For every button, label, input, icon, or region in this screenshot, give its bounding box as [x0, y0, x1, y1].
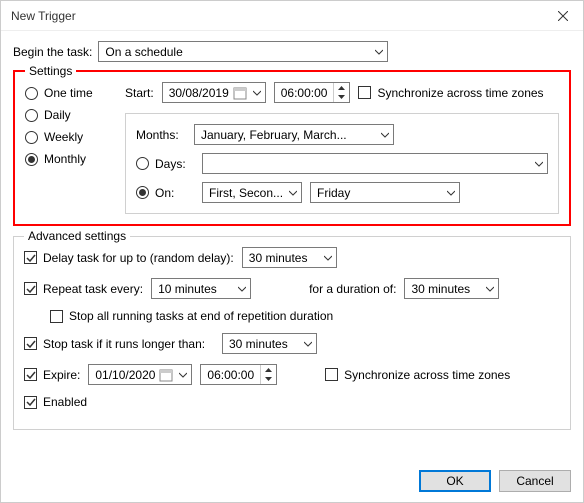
chevron-down-icon	[300, 334, 316, 353]
spin-down-icon[interactable]	[261, 375, 276, 385]
spin-up-icon[interactable]	[334, 83, 349, 93]
radio-icon	[25, 109, 38, 122]
duration-combo[interactable]: 30 minutes	[404, 278, 499, 299]
stop-longer-combo[interactable]: 30 minutes	[222, 333, 317, 354]
expire-sync-checkbox[interactable]: Synchronize across time zones	[325, 368, 510, 382]
checkbox-icon	[24, 368, 37, 381]
radio-on[interactable]: On:	[136, 186, 194, 200]
radio-weekly[interactable]: Weekly	[25, 130, 115, 144]
calendar-icon	[159, 368, 173, 382]
chevron-down-icon	[482, 279, 498, 298]
radio-icon	[136, 186, 149, 199]
settings-group: Settings One time Daily Weekly Monthly S…	[13, 70, 571, 226]
repeat-checkbox[interactable]: Repeat task every:	[24, 282, 143, 296]
stop-all-checkbox[interactable]: Stop all running tasks at end of repetit…	[50, 309, 333, 323]
titlebar: New Trigger	[1, 1, 583, 31]
on-day-value: Friday	[311, 186, 443, 200]
radio-days[interactable]: Days:	[136, 157, 194, 171]
radio-monthly[interactable]: Monthly	[25, 152, 115, 166]
start-time-value: 06:00:00	[275, 83, 334, 102]
chevron-down-icon	[285, 183, 301, 202]
duration-label: for a duration of:	[309, 282, 396, 296]
days-combo[interactable]	[202, 153, 548, 174]
checkbox-icon	[24, 396, 37, 409]
delay-combo[interactable]: 30 minutes	[242, 247, 337, 268]
on-day-combo[interactable]: Friday	[310, 182, 460, 203]
radio-daily[interactable]: Daily	[25, 108, 115, 122]
chevron-down-icon	[531, 154, 547, 173]
radio-icon	[25, 87, 38, 100]
months-combo[interactable]: January, February, March...	[194, 124, 394, 145]
months-label: Months:	[136, 128, 186, 142]
expire-checkbox[interactable]: Expire:	[24, 368, 80, 382]
months-value: January, February, March...	[195, 128, 377, 142]
close-icon	[558, 11, 568, 21]
chevron-down-icon	[377, 125, 393, 144]
checkbox-icon	[24, 337, 37, 350]
chevron-down-icon	[371, 42, 387, 61]
start-time-spinner[interactable]: 06:00:00	[274, 82, 351, 103]
spin-down-icon[interactable]	[334, 93, 349, 103]
monthly-settings-box: Months: January, February, March... Days…	[125, 113, 559, 214]
chevron-down-icon	[251, 89, 263, 97]
chevron-down-icon	[443, 183, 459, 202]
begin-task-value: On a schedule	[99, 45, 371, 59]
checkbox-icon	[325, 368, 338, 381]
start-date-value: 30/08/2019	[169, 86, 229, 100]
checkbox-icon	[24, 282, 37, 295]
begin-task-label: Begin the task:	[13, 45, 92, 59]
radio-icon	[136, 157, 149, 170]
on-weeks-combo[interactable]: First, Secon...	[202, 182, 302, 203]
window-title: New Trigger	[11, 9, 76, 23]
radio-icon	[25, 153, 38, 166]
expire-date-picker[interactable]: 01/10/2020	[88, 364, 192, 385]
on-weeks-value: First, Secon...	[203, 186, 285, 200]
close-button[interactable]	[543, 1, 583, 31]
enabled-checkbox[interactable]: Enabled	[24, 395, 87, 409]
spin-up-icon[interactable]	[261, 365, 276, 375]
checkbox-icon	[50, 310, 63, 323]
sync-tz-checkbox[interactable]: Synchronize across time zones	[358, 86, 543, 100]
calendar-icon	[233, 86, 247, 100]
begin-task-combo[interactable]: On a schedule	[98, 41, 388, 62]
cancel-button[interactable]: Cancel	[499, 470, 571, 492]
settings-legend: Settings	[25, 64, 76, 78]
start-date-picker[interactable]: 30/08/2019	[162, 82, 266, 103]
repeat-combo[interactable]: 10 minutes	[151, 278, 251, 299]
ok-button[interactable]: OK	[419, 470, 491, 492]
advanced-settings-group: Advanced settings Delay task for up to (…	[13, 236, 571, 430]
radio-one-time[interactable]: One time	[25, 86, 115, 100]
expire-time-spinner[interactable]: 06:00:00	[200, 364, 277, 385]
chevron-down-icon	[320, 248, 336, 267]
start-label: Start:	[125, 86, 154, 100]
radio-icon	[25, 131, 38, 144]
advanced-legend: Advanced settings	[24, 229, 130, 243]
checkbox-icon	[358, 86, 371, 99]
stop-longer-checkbox[interactable]: Stop task if it runs longer than:	[24, 337, 214, 351]
checkbox-icon	[24, 251, 37, 264]
delay-checkbox[interactable]: Delay task for up to (random delay):	[24, 251, 234, 265]
chevron-down-icon	[234, 279, 250, 298]
new-trigger-window: New Trigger Begin the task: On a schedul…	[0, 0, 584, 503]
chevron-down-icon	[177, 371, 189, 379]
